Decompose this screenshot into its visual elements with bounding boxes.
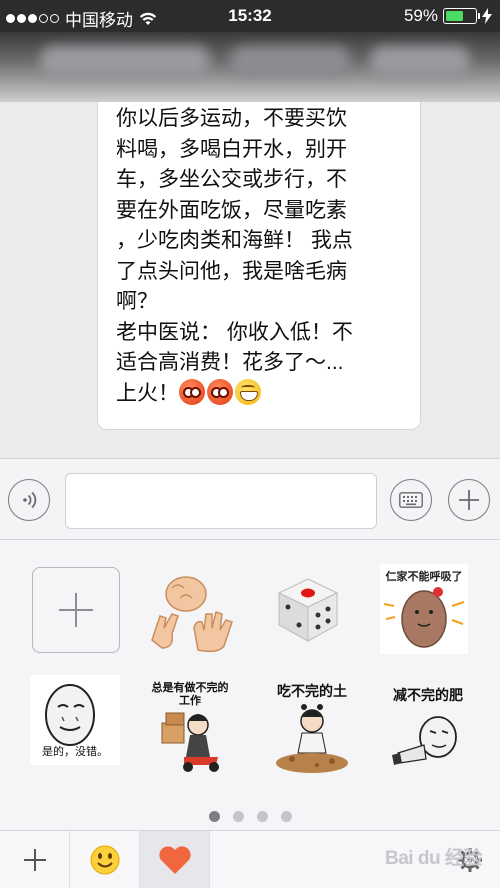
rock-paper-scissors-icon — [151, 576, 233, 653]
status-right: 59% — [404, 6, 492, 26]
page-dot[interactable] — [280, 811, 292, 822]
sticker-panel: 仁家不能呼吸了 是的，没错。 总是有做不完的 工作 吃不完的土 减不完的肥 — [0, 540, 500, 830]
sticker-caption: 仁家不能呼吸了 — [385, 571, 463, 583]
favorites-tab[interactable] — [140, 831, 210, 888]
rock-paper-scissors-sticker[interactable] — [140, 568, 240, 658]
plus-icon — [459, 490, 479, 510]
page-indicator — [0, 811, 500, 822]
battery-percent: 59% — [403, 6, 438, 25]
message-line: 了点头问他，我是啥毛病 — [116, 259, 347, 283]
angry-face-emoji-icon — [207, 378, 233, 405]
add-sticker-icon — [59, 593, 93, 627]
message-line: 车，多坐公交或步行，不 — [116, 168, 347, 191]
battery-icon — [443, 8, 480, 24]
sticker-caption: 工作 — [179, 695, 201, 707]
more-options-button[interactable] — [448, 479, 490, 521]
meme-sticker-bean[interactable]: 仁家不能呼吸了 — [380, 564, 468, 654]
message-line-text: 上火！ — [116, 381, 179, 405]
dice-icon — [277, 578, 339, 642]
heart-icon — [158, 846, 191, 874]
baidu-watermark: Bai du 经验 — [385, 848, 482, 869]
input-bar — [0, 458, 500, 540]
keyboard-button[interactable] — [390, 479, 432, 521]
page-dot[interactable] — [232, 811, 244, 822]
message-input[interactable] — [65, 473, 377, 529]
meme-sticker-work[interactable]: 总是有做不完的 工作 — [140, 675, 240, 775]
sticker-toolbar: Bai du 经验 — [0, 830, 500, 888]
meme-sticker-face[interactable]: 是的，没错。 — [30, 675, 120, 765]
voice-button[interactable] — [8, 479, 50, 521]
chat-area[interactable]: 你以后多运动，不要买饮 料喝，多喝白开水，别开 车，多坐公交或步行，不 要在外面… — [0, 102, 500, 458]
meme-sticker-fat[interactable]: 减不完的肥 — [378, 675, 478, 775]
message-line: 啊？ — [116, 290, 158, 313]
keyboard-icon — [399, 492, 423, 508]
message-line: 你以后多运动，不要买饮 — [116, 107, 347, 130]
message-line: 料喝，多喝白开水，别开 — [116, 137, 347, 161]
add-sticker-button[interactable] — [32, 567, 120, 653]
message-line: 要在外面吃饭，尽量吃素 — [116, 198, 347, 222]
smiley-face-icon — [90, 845, 119, 875]
page-dot[interactable] — [256, 811, 268, 822]
voice-icon — [23, 491, 37, 509]
sticker-caption: 是的，没错。 — [42, 746, 108, 758]
message-bubble[interactable]: 你以后多运动，不要买饮 料喝，多喝白开水，别开 车，多坐公交或步行，不 要在外面… — [97, 102, 421, 430]
status-bar: 中国移动 15:32 59% — [0, 0, 500, 32]
message-line: 适合高消费！花多了～... — [116, 351, 344, 374]
plus-icon — [23, 849, 46, 871]
message-line-last: 上火！ — [116, 378, 406, 410]
charging-bolt-icon — [482, 8, 492, 24]
sticker-caption: 减不完的肥 — [393, 687, 463, 703]
angry-face-emoji-icon — [179, 378, 205, 405]
emoji-tab[interactable] — [70, 831, 140, 888]
message-line: 老中医说： 你收入低！不 — [116, 320, 353, 344]
meme-sticker-earth[interactable]: 吃不完的土 — [262, 675, 362, 775]
message-line: ，少吃肉类和海鲜！ 我点 — [116, 229, 353, 252]
dice-sticker[interactable] — [268, 570, 348, 650]
sticker-caption: 吃不完的土 — [277, 683, 347, 699]
add-sticker-pack-button[interactable] — [0, 831, 70, 888]
blurred-chat-title — [0, 32, 500, 102]
grinning-face-emoji-icon — [235, 378, 261, 405]
battery-level — [446, 11, 463, 21]
page-dot-active[interactable] — [208, 811, 220, 822]
